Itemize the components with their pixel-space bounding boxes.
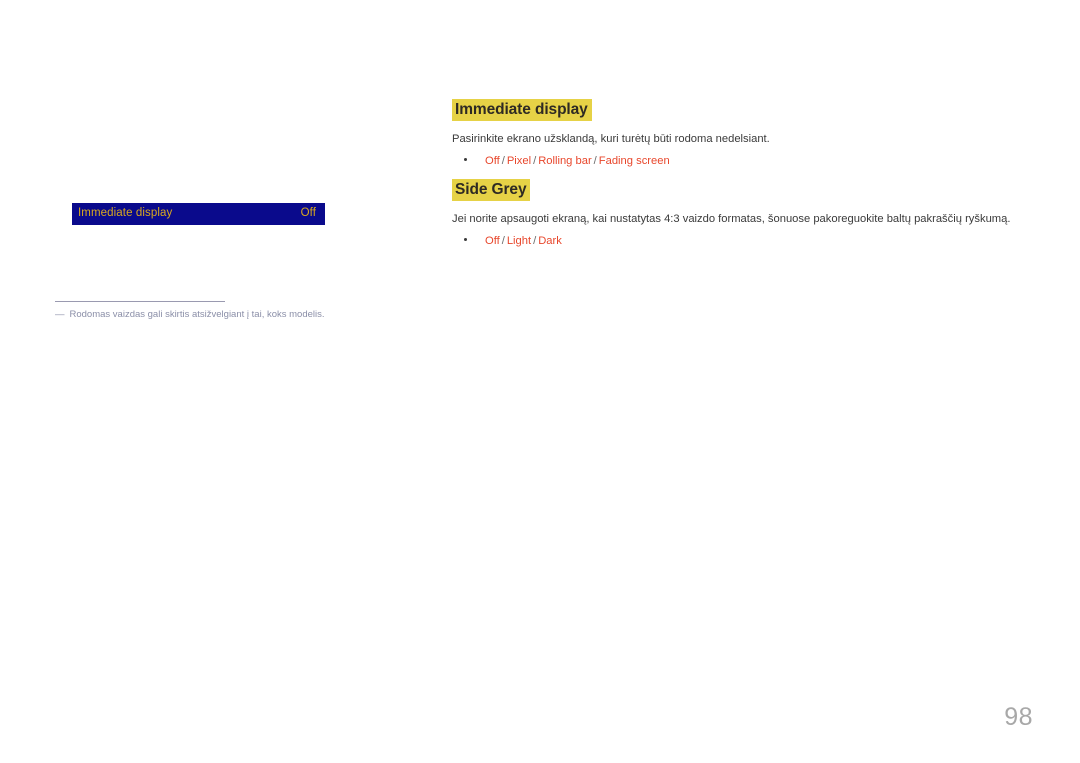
- footnote-text: Rodomas vaizdas gali skirtis atsižvelgia…: [69, 309, 325, 320]
- osd-illustration-column: Immediate display Off ― Rodomas vaizdas …: [0, 0, 440, 763]
- footnote-divider: [55, 301, 225, 302]
- list-item: Off / Light / Dark: [452, 234, 1052, 250]
- osd-row-label: Immediate display: [78, 207, 173, 220]
- option-value: Off: [485, 155, 500, 168]
- option-value: Fading screen: [598, 155, 670, 168]
- manual-page: Immediate display Off ― Rodomas vaizdas …: [0, 0, 1080, 763]
- footnote-block: ― Rodomas vaizdas gali skirtis atsižvelg…: [55, 301, 385, 322]
- osd-menu-row-immediate-display[interactable]: Immediate display Off: [72, 203, 325, 225]
- bullet-dot-icon: [464, 158, 467, 162]
- section-heading: Side Grey: [452, 179, 531, 202]
- options-list: Off / Pixel / Rolling bar / Fading screen: [452, 154, 1052, 170]
- section-body-text: Jei norite apsaugoti ekraną, kai nustaty…: [452, 213, 1011, 226]
- option-separator: /: [501, 155, 505, 168]
- page-number: 98: [1004, 703, 1033, 731]
- option-separator: /: [501, 235, 505, 248]
- option-value: Off: [485, 235, 500, 248]
- bullet-dot-icon: [464, 238, 467, 242]
- footnote-item: ― Rodomas vaizdas gali skirtis atsižvelg…: [55, 309, 385, 322]
- footnote-dash-marker: ―: [55, 309, 65, 320]
- content-column: Immediate display Pasirinkite ekrano užs…: [452, 0, 1052, 763]
- section-side-grey: Side Grey Jei norite apsaugoti ekraną, k…: [452, 179, 1052, 250]
- option-value: Pixel: [506, 155, 532, 168]
- option-value: Rolling bar: [538, 155, 592, 168]
- osd-row-value: Off: [300, 207, 316, 220]
- options-inline-0: Off / Pixel / Rolling bar / Fading screen: [485, 154, 670, 170]
- list-item: Off / Pixel / Rolling bar / Fading screen: [452, 154, 1052, 170]
- section-immediate-display: Immediate display Pasirinkite ekrano užs…: [452, 99, 1052, 170]
- options-inline-1: Off / Light / Dark: [485, 234, 562, 250]
- option-separator: /: [593, 155, 597, 168]
- option-value: Dark: [538, 235, 562, 248]
- options-list: Off / Light / Dark: [452, 234, 1052, 250]
- section-heading: Immediate display: [452, 99, 592, 122]
- option-value: Light: [506, 235, 532, 248]
- section-body-text: Pasirinkite ekrano užsklandą, kuri turėt…: [452, 133, 770, 146]
